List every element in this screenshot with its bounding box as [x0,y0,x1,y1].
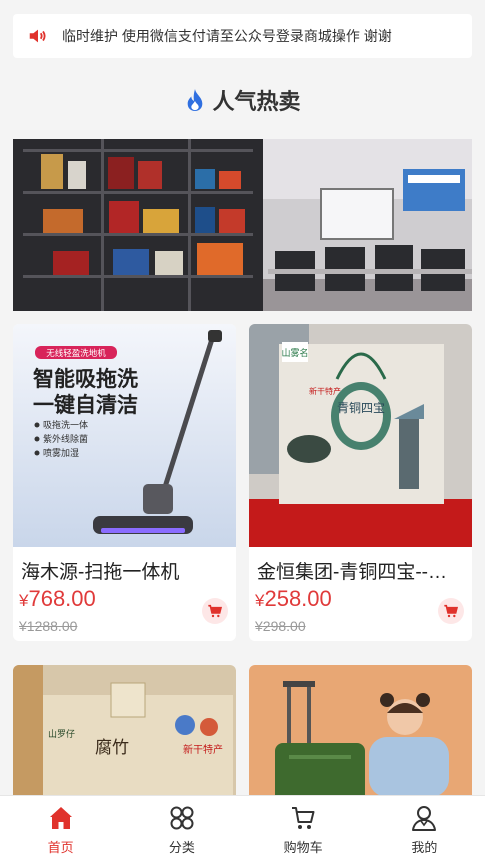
product-name: 海木源-扫拖一体机 [21,562,180,583]
product-card[interactable]: 山雾名 青铜四宝 新干特产 金恒集团-青铜四宝--… ¥258.00 ¥298.… [249,324,472,641]
image-feature: 吸拖洗一体 [43,419,88,431]
flame-icon [188,89,203,111]
image-title: 青铜四宝 [337,400,385,415]
category-icon [170,806,194,830]
image-side-text: 新干特产 [309,386,341,396]
product-image[interactable]: 无线轻盈洗地机 智能吸拖洗 一键自清洁 吸拖洗一体 紫外线除菌 喷雾加湿 [13,324,236,547]
section-header: 人气热卖 [0,82,485,118]
tab-label: 分类 [168,840,195,855]
product-card[interactable]: 无线轻盈洗地机 智能吸拖洗 一键自清洁 吸拖洗一体 紫外线除菌 喷雾加湿 海木源… [13,324,236,641]
user-icon [412,806,437,831]
image-feature: 紫外线除菌 [43,433,88,445]
original-price: ¥298.00 [255,618,306,634]
notice-text: 临时维护 使用微信支付请至公众号登录商城操作 谢谢 [62,28,392,44]
banner-image[interactable] [13,139,472,311]
tab-label: 购物车 [283,840,323,855]
product-card[interactable] [249,665,472,815]
original-price: ¥1288.00 [19,618,78,634]
tab-home[interactable]: 首页 [0,796,121,860]
image-title: 腐竹 [95,738,129,758]
image-headline-2: 一键自清洁 [33,393,138,417]
product-image[interactable]: 山雾名 青铜四宝 新干特产 [249,324,472,547]
cart-icon [444,604,459,618]
tab-label: 首页 [47,840,74,855]
image-feature: 喷雾加湿 [43,448,79,459]
notice-bar[interactable]: 临时维护 使用微信支付请至公众号登录商城操作 谢谢 [13,14,472,58]
cart-icon [292,807,315,829]
image-tag: 山雾名 [281,347,308,359]
tab-profile[interactable]: 我的 [364,796,485,860]
cart-icon [208,604,223,618]
product-name: 金恒集团-青铜四宝--… [257,562,447,583]
image-headline: 智能吸拖洗 [33,367,138,391]
product-grid: 无线轻盈洗地机 智能吸拖洗 一键自清洁 吸拖洗一体 紫外线除菌 喷雾加湿 海木源… [13,324,472,815]
product-card[interactable]: 山罗仔 腐竹 新干特产 [13,665,236,815]
add-to-cart-button[interactable] [438,598,464,624]
section-title: 人气热卖 [212,89,301,114]
speaker-icon [29,29,46,43]
bottom-tab-bar: 首页 分类 购物车 我的 [0,795,485,860]
tab-label: 我的 [411,840,438,855]
tab-category[interactable]: 分类 [121,796,242,860]
showroom-photo [13,139,472,311]
price-value: 768.00 [28,586,96,611]
add-to-cart-button[interactable] [202,598,228,624]
price-value: 258.00 [264,586,332,611]
image-tag: 山罗仔 [48,728,75,740]
tab-cart[interactable]: 购物车 [243,796,364,860]
image-side-text: 新干特产 [183,743,223,756]
image-badge: 无线轻盈洗地机 [46,348,106,359]
product-image[interactable]: 山罗仔 腐竹 新干特产 [13,665,236,815]
home-icon [49,807,72,829]
product-image[interactable] [249,665,472,815]
